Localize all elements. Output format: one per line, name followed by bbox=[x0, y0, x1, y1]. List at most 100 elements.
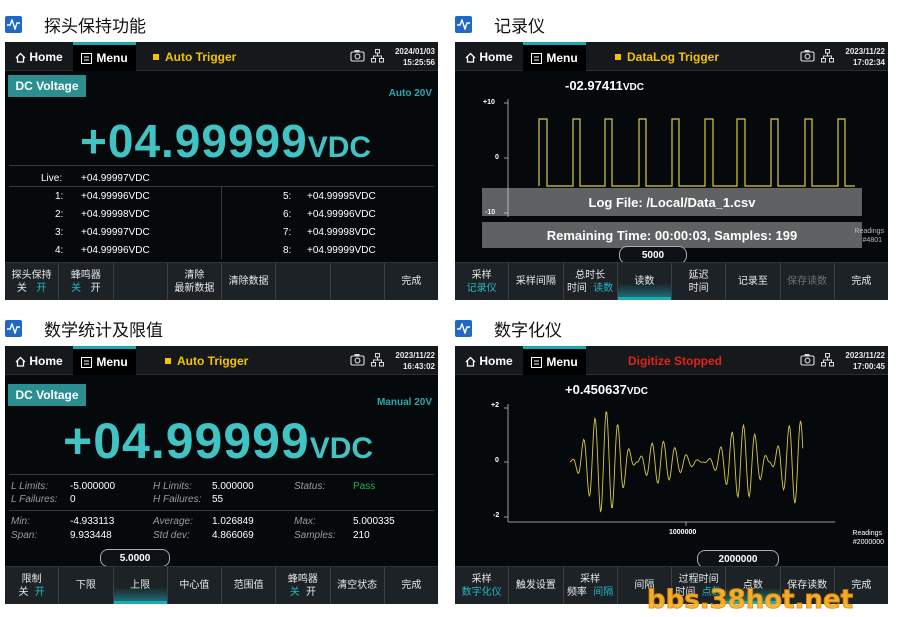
trigger-status[interactable]: Auto Trigger bbox=[165, 346, 248, 375]
trigger-dot-icon bbox=[165, 357, 171, 364]
softkey-range[interactable]: 范围值 bbox=[222, 567, 277, 604]
softkey-label: 总时长 bbox=[575, 269, 606, 281]
home-button[interactable]: Home bbox=[8, 349, 70, 373]
samples-label: Samples: bbox=[294, 530, 336, 541]
softkey-trigger-setup[interactable]: 触发设置 bbox=[509, 567, 564, 604]
camera-icon[interactable] bbox=[800, 49, 815, 62]
softkey-done[interactable]: 完成 bbox=[385, 263, 438, 300]
softkey-label: 完成 bbox=[401, 580, 422, 591]
trigger-status[interactable]: DataLog Trigger bbox=[615, 42, 719, 71]
softkey-beeper[interactable]: 蜂鸣器关 开 bbox=[276, 567, 331, 604]
reading-value: +04.99996VDC bbox=[81, 245, 150, 256]
trigger-dot-icon bbox=[615, 53, 621, 60]
digitizer-chart bbox=[504, 404, 835, 526]
top-bar: Home Menu Auto Trigger 2023/11/22 16:43:0… bbox=[5, 346, 438, 375]
date: 2023/11/22 bbox=[395, 351, 435, 360]
softkey-delay[interactable]: 延迟 时间 bbox=[672, 263, 727, 300]
softkey-sample-mode[interactable]: 采样 数字化仪 bbox=[455, 567, 510, 604]
camera-icon[interactable] bbox=[350, 49, 365, 62]
camera-icon[interactable] bbox=[800, 353, 815, 366]
softkey-log-to[interactable]: 记录至 bbox=[726, 263, 781, 300]
softkey-done[interactable]: 完成 bbox=[835, 263, 888, 300]
softkey-limits[interactable]: 限制关 开 bbox=[5, 567, 60, 604]
reading-index: 1: bbox=[55, 191, 64, 202]
option-on: 开 bbox=[36, 282, 47, 294]
main-reading: +04.99999VDC bbox=[80, 114, 371, 168]
softkey-center[interactable]: 中心值 bbox=[168, 567, 222, 604]
function-badge[interactable]: DC Voltage bbox=[8, 384, 86, 406]
softkey-done[interactable]: 完成 bbox=[385, 567, 438, 604]
softkey-options: 关 开 bbox=[18, 586, 44, 599]
datalog-trace bbox=[538, 118, 855, 187]
function-badge[interactable]: DC Voltage bbox=[8, 75, 86, 97]
softkey-label: 清除数据 bbox=[228, 276, 269, 287]
softkey-options: 关 开 bbox=[71, 282, 101, 295]
reading-value: +04.99995VDC bbox=[307, 191, 376, 202]
l-limits-label: L Limits: bbox=[11, 481, 49, 492]
softkey-probe-hold[interactable]: 探头保持关 开 bbox=[5, 263, 60, 300]
trigger-label: DataLog Trigger bbox=[627, 49, 720, 64]
date: 2024/01/03 bbox=[394, 47, 435, 56]
reading-index: 8: bbox=[283, 245, 292, 256]
menu-button[interactable]: Menu bbox=[523, 42, 586, 71]
softkey-label: 中心值 bbox=[179, 580, 210, 591]
softkey-sample-rate[interactable]: 采样 频率 间隔 bbox=[564, 567, 618, 604]
menu-button[interactable]: Menu bbox=[523, 346, 586, 375]
remaining-time-banner: Remaining Time: 00:00:03, Samples: 199 bbox=[482, 222, 862, 248]
menu-icon bbox=[531, 356, 543, 368]
softkey-upper-limit[interactable]: 上限 bbox=[113, 567, 168, 604]
time: 16:43:02 bbox=[402, 362, 435, 371]
softkey-sample-interval[interactable]: 采样间隔 bbox=[509, 263, 564, 300]
softkey-label: 过程时间 bbox=[678, 573, 719, 585]
home-icon bbox=[15, 356, 26, 367]
softkey-empty[interactable] bbox=[331, 263, 385, 300]
value-popup[interactable]: 5.0000 bbox=[100, 549, 170, 567]
softkey-clear-latest[interactable]: 清除 最新数据 bbox=[168, 263, 222, 300]
menu-label: Menu bbox=[546, 51, 578, 65]
softkey-lower-limit[interactable]: 下限 bbox=[59, 567, 114, 604]
softkey-readings[interactable]: 读数 bbox=[617, 263, 672, 300]
y-tick-label: 0 bbox=[495, 457, 499, 464]
home-button[interactable]: Home bbox=[458, 349, 520, 373]
home-label: Home bbox=[479, 50, 513, 64]
trigger-label: Auto Trigger bbox=[177, 353, 249, 368]
softkey-label: 记录至 bbox=[737, 276, 768, 287]
average-label: Average: bbox=[153, 516, 193, 527]
camera-icon[interactable] bbox=[350, 353, 365, 366]
home-button[interactable]: Home bbox=[8, 45, 70, 69]
menu-button[interactable]: Menu bbox=[73, 42, 136, 71]
live-value: +04.99997VDC bbox=[81, 173, 150, 184]
softkey-save-readings[interactable]: 保存读数 bbox=[781, 263, 835, 300]
waveform-icon bbox=[455, 319, 472, 337]
softkey-clear-status[interactable]: 清空状态 bbox=[331, 567, 385, 604]
datetime: 2023/11/22 17:00:45 bbox=[845, 350, 885, 372]
waveform-icon bbox=[455, 15, 472, 33]
trigger-status[interactable]: Digitize Stopped bbox=[628, 346, 722, 375]
readings-count: #4801 bbox=[862, 237, 882, 244]
softkey-clear-data[interactable]: 清除数据 bbox=[222, 263, 277, 300]
softkey-empty[interactable] bbox=[114, 263, 168, 300]
menu-button[interactable]: Menu bbox=[73, 346, 136, 375]
softkey-duration[interactable]: 总时长 时间 读数 bbox=[564, 263, 618, 300]
softkey-sub: 时间 bbox=[688, 282, 709, 294]
softkey-beeper[interactable]: 蜂鸣器关 开 bbox=[59, 263, 114, 300]
section-title: 探头保持功能 bbox=[44, 16, 146, 37]
reading-value: -02.97411 bbox=[565, 78, 623, 93]
softkey-sample-mode[interactable]: 采样 记录仪 bbox=[455, 263, 510, 300]
digitizer-trace bbox=[569, 411, 804, 513]
softkey-label: 采样间隔 bbox=[515, 276, 556, 287]
softkey-options: 频率 间隔 bbox=[567, 586, 613, 599]
network-icon bbox=[371, 49, 384, 63]
trigger-status[interactable]: Auto Trigger bbox=[153, 42, 236, 71]
h-failures-label: H Failures: bbox=[153, 494, 202, 505]
time: 17:00:45 bbox=[852, 362, 885, 371]
option-off: 关 bbox=[16, 282, 27, 294]
home-button[interactable]: Home bbox=[458, 45, 520, 69]
reading-value: +04.99998VDC bbox=[307, 227, 376, 238]
softkey-sub: 数字化仪 bbox=[461, 586, 502, 598]
softkey-label: 保存读数 bbox=[787, 276, 828, 287]
reading-value: +04.99996VDC bbox=[81, 191, 150, 202]
option-interval: 间隔 bbox=[593, 586, 614, 598]
softkey-bar: 探头保持关 开 蜂鸣器关 开 清除 最新数据 清除数据 完成 bbox=[5, 262, 438, 300]
softkey-empty[interactable] bbox=[276, 263, 331, 300]
